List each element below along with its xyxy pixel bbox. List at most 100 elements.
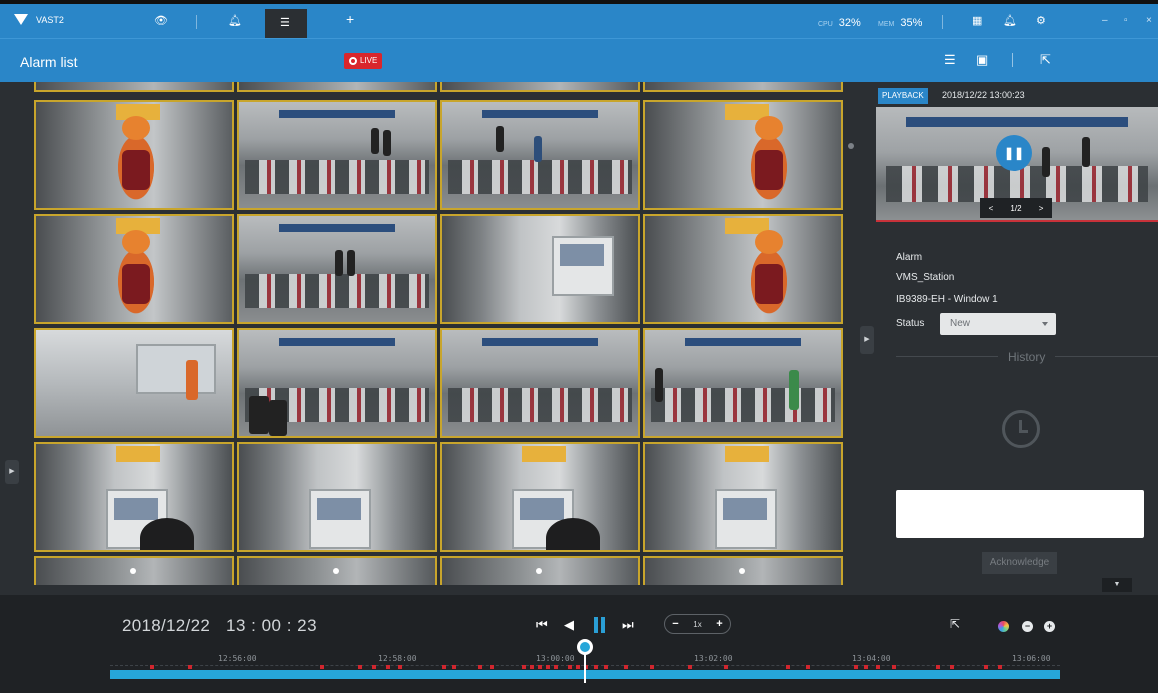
alarm-marker[interactable] <box>358 665 362 669</box>
tab-alarm-list[interactable]: ☰ <box>265 9 307 38</box>
close-icon[interactable]: × <box>1146 15 1152 26</box>
snapshot-thumbnail[interactable] <box>440 82 640 92</box>
live-button[interactable]: LIVE <box>344 53 383 69</box>
alarm-marker[interactable] <box>554 665 558 669</box>
alarm-marker[interactable] <box>576 665 580 669</box>
export-clip-icon[interactable]: ⇱ <box>950 617 960 631</box>
snapshot-thumbnail[interactable] <box>643 82 843 92</box>
prev-page-icon[interactable]: < <box>989 204 994 213</box>
alarm-marker[interactable] <box>688 665 692 669</box>
next-page-icon[interactable]: > <box>1039 204 1044 213</box>
app-logo: VAST2 <box>14 14 64 25</box>
apps-grid-icon[interactable]: ▦ <box>972 14 982 27</box>
acknowledge-button[interactable]: Acknowledge <box>982 552 1057 574</box>
notifications-bell-icon[interactable]: 🔔︎ <box>1003 14 1017 27</box>
alarm-marker[interactable] <box>864 665 868 669</box>
expand-left-panel-icon[interactable]: ▶ <box>5 460 19 484</box>
snapshot-thumbnail[interactable] <box>440 442 640 552</box>
alarm-marker[interactable] <box>320 665 324 669</box>
add-tab-icon[interactable]: + <box>346 11 354 27</box>
timeline-cursor-handle[interactable] <box>577 639 593 655</box>
alarm-marker[interactable] <box>452 665 456 669</box>
speed-decrease-button[interactable]: − <box>672 618 678 630</box>
timeline-label: 12:58:00 <box>378 654 417 663</box>
panel-collapse-down-icon[interactable]: ▼ <box>1102 578 1132 592</box>
alarm-marker[interactable] <box>398 665 402 669</box>
color-picker-icon[interactable] <box>998 621 1009 632</box>
alarm-marker[interactable] <box>386 665 390 669</box>
settings-gear-icon[interactable]: ⚙ <box>1036 14 1046 27</box>
snapshot-thumbnail[interactable] <box>34 556 234 585</box>
alarm-marker[interactable] <box>604 665 608 669</box>
alarm-marker[interactable] <box>372 665 376 669</box>
zoom-in-icon[interactable]: + <box>1044 621 1055 632</box>
alarm-marker[interactable] <box>594 665 598 669</box>
alarm-marker[interactable] <box>490 665 494 669</box>
timeline[interactable]: 12:56:00 12:58:00 13:00:00 13:02:00 13:0… <box>110 639 1060 683</box>
snapshot-thumbnail[interactable] <box>237 328 437 438</box>
snapshot-thumbnail[interactable] <box>643 214 843 324</box>
next-frame-icon[interactable]: ⏭ <box>622 617 634 633</box>
alarm-marker[interactable] <box>624 665 628 669</box>
alarm-marker[interactable] <box>546 665 550 669</box>
grid-scrollbar[interactable] <box>848 88 854 588</box>
snapshot-thumbnail[interactable] <box>237 556 437 585</box>
status-dropdown[interactable]: New <box>940 313 1056 335</box>
speed-value: 1x <box>693 619 702 629</box>
alarm-marker[interactable] <box>478 665 482 669</box>
skip-to-start-icon[interactable]: ⏮ <box>536 617 548 633</box>
snapshot-thumbnail[interactable] <box>440 214 640 324</box>
snapshot-thumbnail[interactable] <box>643 100 843 210</box>
alarm-tab-bell-icon[interactable]: 🔔︎ <box>228 14 242 27</box>
alarm-marker[interactable] <box>650 665 654 669</box>
snapshot-thumbnail[interactable] <box>34 214 234 324</box>
alarm-marker[interactable] <box>936 665 940 669</box>
alarm-marker[interactable] <box>188 665 192 669</box>
snapshot-thumbnail[interactable] <box>237 442 437 552</box>
alarm-marker[interactable] <box>998 665 1002 669</box>
snapshot-thumbnail[interactable] <box>34 82 234 92</box>
pause-icon[interactable] <box>592 617 606 633</box>
alarm-marker[interactable] <box>806 665 810 669</box>
alarm-marker[interactable] <box>854 665 858 669</box>
minimize-icon[interactable]: – <box>1102 15 1108 26</box>
snapshot-thumbnail[interactable] <box>34 442 234 552</box>
alarm-marker[interactable] <box>568 665 572 669</box>
snapshot-thumbnail[interactable] <box>34 328 234 438</box>
export-icon[interactable]: ⇱ <box>1040 52 1051 68</box>
alarm-marker[interactable] <box>950 665 954 669</box>
alarm-marker[interactable] <box>892 665 896 669</box>
scroll-thumb[interactable] <box>848 143 854 149</box>
comment-input[interactable] <box>896 490 1144 538</box>
snapshot-thumbnail[interactable] <box>643 442 843 552</box>
view-tab-eye-icon[interactable]: 👁 <box>154 14 168 27</box>
snapshot-thumbnail[interactable] <box>34 100 234 210</box>
speed-increase-button[interactable]: + <box>716 618 722 630</box>
collapse-right-panel-icon[interactable]: ▶ <box>860 326 874 354</box>
thumbnail-view-icon[interactable]: ▣ <box>976 52 988 68</box>
playback-video[interactable]: ❚❚ < 1/2 > <box>876 107 1158 222</box>
snapshot-thumbnail[interactable] <box>237 214 437 324</box>
play-reverse-icon[interactable]: ◀ <box>564 617 574 633</box>
alarm-marker[interactable] <box>984 665 988 669</box>
snapshot-thumbnail[interactable] <box>440 328 640 438</box>
snapshot-thumbnail[interactable] <box>237 100 437 210</box>
alarm-marker[interactable] <box>150 665 154 669</box>
snapshot-thumbnail[interactable] <box>237 82 437 92</box>
live-record-icon <box>349 57 357 65</box>
snapshot-thumbnail[interactable] <box>440 556 640 585</box>
maximize-icon[interactable]: ▫ <box>1124 15 1128 26</box>
alarm-marker[interactable] <box>530 665 534 669</box>
snapshot-thumbnail[interactable] <box>643 328 843 438</box>
zoom-out-icon[interactable]: − <box>1022 621 1033 632</box>
playback-pause-icon[interactable]: ❚❚ <box>996 135 1032 171</box>
alarm-marker[interactable] <box>442 665 446 669</box>
alarm-marker[interactable] <box>522 665 526 669</box>
alarm-marker[interactable] <box>724 665 728 669</box>
alarm-marker[interactable] <box>538 665 542 669</box>
snapshot-thumbnail[interactable] <box>643 556 843 585</box>
snapshot-thumbnail[interactable] <box>440 100 640 210</box>
alarm-marker[interactable] <box>876 665 880 669</box>
list-view-icon[interactable]: ☰ <box>944 52 956 68</box>
alarm-marker[interactable] <box>786 665 790 669</box>
